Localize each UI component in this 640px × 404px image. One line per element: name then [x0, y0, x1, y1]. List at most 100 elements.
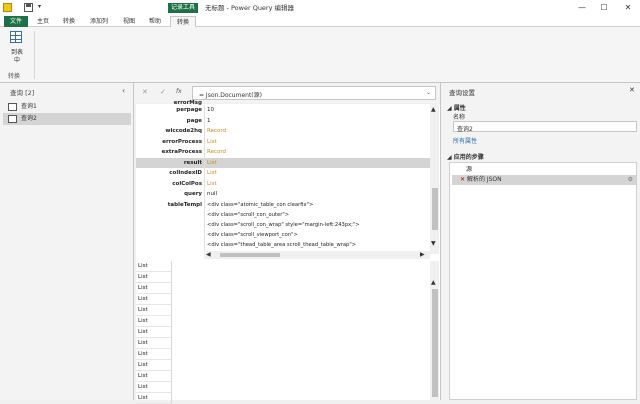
record-row: extraProcess Record	[136, 147, 430, 158]
query-item-2[interactable]: 查询2	[3, 113, 131, 125]
grid-vertical-scrollbar[interactable]: ▲	[430, 261, 439, 400]
template-line: <div class="thead_table_area scroll_thea…	[207, 242, 357, 248]
step-source[interactable]: 源	[452, 165, 636, 175]
ribbon: 到表 中 转换	[0, 27, 640, 83]
step-parsed-json[interactable]: ✕ 解析的 JSON ⚙	[452, 175, 636, 185]
step-settings-gear-icon[interactable]: ⚙	[628, 175, 633, 185]
data-preview-area: ✕ ✓ fx = Json.Document(源) ⌄ errorMsg per…	[134, 83, 440, 404]
record-vertical-scrollbar[interactable]: ▲ ▼	[430, 104, 439, 254]
template-text-block: <div class="atomic_table_con clearfix"> …	[207, 200, 429, 250]
scroll-up-icon[interactable]: ▲	[431, 279, 436, 286]
record-key: colColPos	[172, 180, 202, 187]
list-cell[interactable]: List	[136, 261, 172, 272]
query-settings-pane: 查询设置 ✕ ◢ 属性 名称 查询2 所有属性 ◢ 应用的步骤 源 ✕ 解析的 …	[440, 83, 640, 400]
query-name-input[interactable]: 查询2	[453, 121, 637, 133]
record-value: 10	[207, 107, 214, 113]
close-button[interactable]: ✕	[620, 1, 636, 15]
query-item-label: 查询2	[21, 115, 37, 122]
record-key: wiccode2hq	[165, 128, 202, 134]
expand-formula-icon[interactable]: ⌄	[426, 89, 431, 96]
tab-view[interactable]: 视图	[118, 16, 140, 27]
scroll-left-icon[interactable]: ◀	[206, 251, 211, 258]
tab-add-column[interactable]: 添加列	[84, 16, 114, 27]
template-line: <div class="scroll_viewport_con">	[207, 232, 298, 238]
record-value-link[interactable]: Record	[205, 126, 430, 137]
all-properties-link[interactable]: 所有属性	[453, 136, 477, 145]
step-label: 解析的 JSON	[466, 176, 502, 183]
record-value-link[interactable]: List	[205, 137, 430, 148]
record-key: result	[183, 159, 202, 166]
record-row: query null	[136, 189, 430, 200]
list-cell[interactable]: List	[136, 371, 172, 382]
list-cell[interactable]: List	[136, 305, 172, 316]
record-key: errorProcess	[162, 138, 202, 145]
tab-transform[interactable]: 转换	[58, 16, 80, 27]
scroll-down-icon[interactable]: ▼	[431, 240, 436, 247]
properties-title: ◢ 属性	[447, 103, 466, 112]
record-horizontal-scrollbar[interactable]: ◀ ▶	[204, 251, 430, 259]
maximize-button[interactable]: ☐	[596, 1, 612, 15]
list-cell[interactable]: List	[136, 316, 172, 327]
record-key: query	[184, 191, 202, 197]
list-cell[interactable]: List	[136, 338, 172, 349]
list-cell[interactable]: List	[136, 393, 172, 404]
commit-icon[interactable]: ✓	[160, 88, 166, 96]
tab-help[interactable]: 帮助	[144, 16, 166, 27]
list-cell[interactable]: List	[136, 349, 172, 360]
step-delete-icon[interactable]: ✕	[460, 176, 467, 183]
template-line: <div class="scroll_con_wrap" style="marg…	[207, 222, 360, 228]
cancel-icon[interactable]: ✕	[142, 88, 148, 96]
collapse-triangle-icon[interactable]: ◢	[447, 154, 454, 161]
tab-record-transform[interactable]: 转换	[170, 16, 196, 27]
record-row: perpage 10	[136, 105, 430, 116]
list-cell[interactable]: List	[136, 283, 172, 294]
query-item-1[interactable]: 查询1	[3, 101, 131, 113]
applied-steps-list: 源 ✕ 解析的 JSON ⚙	[449, 162, 637, 400]
collapse-pane-icon[interactable]: ‹	[122, 86, 125, 95]
scroll-thumb[interactable]	[432, 188, 438, 230]
record-key: perpage	[176, 107, 202, 113]
queries-pane: 查询 [2] ‹ 查询1 查询2	[0, 83, 134, 400]
list-cell[interactable]: List	[136, 382, 172, 393]
scroll-thumb[interactable]	[432, 289, 438, 397]
close-settings-icon[interactable]: ✕	[629, 86, 635, 94]
minimize-button[interactable]: —	[574, 1, 590, 15]
template-line: <div class="scroll_con_outer">	[207, 212, 290, 218]
list-cell[interactable]: List	[136, 327, 172, 338]
ribbon-group-label: 转换	[8, 73, 21, 80]
save-icon[interactable]	[24, 3, 33, 12]
list-cell[interactable]: List	[136, 272, 172, 283]
scroll-right-icon[interactable]: ▶	[420, 251, 425, 258]
into-table-label-line2: 中	[13, 57, 20, 64]
record-value-link[interactable]: List	[205, 158, 430, 169]
properties-title-label: 属性	[453, 105, 466, 112]
fx-icon[interactable]: fx	[176, 88, 182, 95]
app-icon	[3, 3, 12, 12]
record-value-link[interactable]: List	[205, 168, 430, 179]
query-list-icon	[8, 115, 17, 123]
record-row: colColPos List	[136, 178, 430, 190]
applied-steps-title-label: 应用的步骤	[453, 154, 484, 161]
query-name-value: 查询2	[457, 126, 473, 133]
record-key: page	[186, 117, 202, 124]
scroll-thumb[interactable]	[220, 253, 280, 257]
template-line: <div class="atomic_table_con clearfix">	[207, 202, 314, 208]
tab-file[interactable]: 文件	[4, 16, 28, 27]
collapse-triangle-icon[interactable]: ◢	[447, 105, 454, 112]
record-key: colIndexID	[169, 170, 202, 176]
record-row-template: tableTempl <div class="atomic_table_con …	[136, 200, 430, 250]
record-row: wiccode2hq Record	[136, 126, 430, 137]
ribbon-tab-bar: 文件 主页 转换 添加列 视图 帮助 转换	[0, 16, 640, 27]
record-value-link[interactable]: Record	[205, 147, 430, 158]
tab-home[interactable]: 主页	[32, 16, 54, 27]
list-cell[interactable]: List	[136, 294, 172, 305]
qat-dropdown-icon[interactable]: ▾	[38, 3, 41, 10]
scroll-up-icon[interactable]: ▲	[431, 106, 436, 113]
into-table-button[interactable]: 到表 中	[6, 31, 28, 67]
list-cell[interactable]: List	[136, 360, 172, 371]
queries-header: 查询 [2]	[10, 89, 35, 97]
contextual-tab-label: 记录工具	[168, 3, 198, 13]
list-grid: List List List List List List List List …	[136, 261, 440, 404]
ribbon-group-divider	[34, 31, 35, 79]
record-value-link[interactable]: List	[205, 179, 430, 190]
